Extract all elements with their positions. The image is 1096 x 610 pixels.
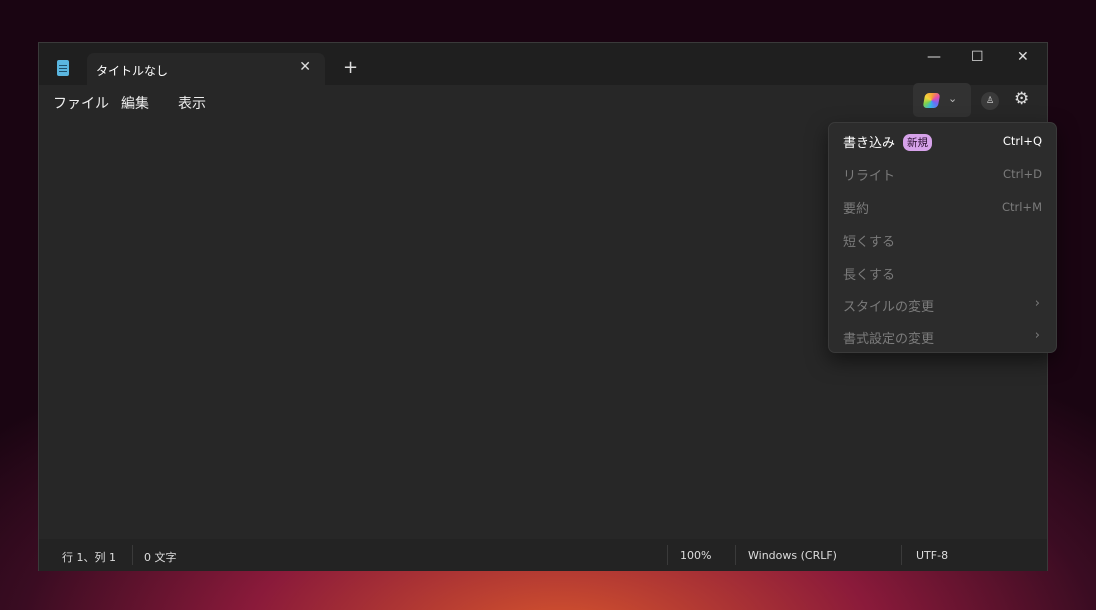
char-count: 0 文字 — [144, 551, 177, 564]
tab-untitled[interactable]: タイトルなし ✕ — [87, 53, 325, 85]
item-label: 要約 — [843, 202, 870, 217]
menu-item-lengthen[interactable]: 長くする — [843, 261, 1042, 285]
item-label: スタイルの変更 — [843, 300, 935, 315]
status-bar: 行 1、列 1 0 文字 100% Windows (CRLF) UTF-8 — [39, 539, 1047, 571]
shortcut: Ctrl+Q — [1002, 134, 1042, 148]
item-label: リライト — [843, 169, 896, 184]
chevron-right-icon: › — [1034, 328, 1040, 343]
tab-title: タイトルなし — [96, 64, 169, 78]
menu-bar: ファイル 編集 表示 — [39, 85, 1047, 118]
copilot-button[interactable]: ⌄ — [913, 83, 971, 117]
menu-item-change-format[interactable]: 書式設定の変更 › — [843, 325, 1042, 349]
close-button[interactable]: ✕ — [1017, 49, 1029, 65]
maximize-button[interactable]: ☐ — [971, 49, 984, 65]
line-ending[interactable]: Windows (CRLF) — [748, 549, 837, 562]
menu-item-change-style[interactable]: スタイルの変更 › — [843, 293, 1042, 317]
chevron-right-icon: › — [1034, 296, 1040, 311]
menu-file[interactable]: ファイル — [53, 93, 109, 113]
menu-item-rewrite[interactable]: リライト Ctrl+D — [843, 162, 1042, 186]
settings-gear-icon[interactable]: ⚙ — [1014, 89, 1029, 109]
item-label: 書式設定の変更 — [843, 332, 935, 347]
menu-item-summarize[interactable]: 要約 Ctrl+M — [843, 195, 1042, 219]
new-tab-button[interactable]: + — [343, 57, 358, 78]
copilot-icon — [922, 93, 941, 108]
tab-close-icon[interactable]: ✕ — [299, 59, 311, 75]
minimize-button[interactable]: — — [927, 49, 941, 65]
notepad-icon — [57, 60, 69, 76]
zoom-level[interactable]: 100% — [680, 549, 711, 562]
shortcut: Ctrl+M — [1001, 200, 1042, 214]
item-label: 短くする — [843, 235, 896, 250]
item-label: 書き込み — [843, 136, 896, 151]
menu-view[interactable]: 表示 — [178, 93, 206, 113]
cursor-position: 行 1、列 1 — [62, 551, 116, 564]
encoding[interactable]: UTF-8 — [916, 549, 948, 562]
new-badge: 新規 — [903, 134, 933, 151]
account-icon[interactable]: ♙ — [981, 92, 999, 110]
copilot-menu: 書き込み 新規 Ctrl+Q リライト Ctrl+D 要約 Ctrl+M 短くする… — [828, 122, 1057, 353]
menu-item-shorten[interactable]: 短くする — [843, 228, 1042, 252]
menu-item-write[interactable]: 書き込み 新規 Ctrl+Q — [843, 129, 1042, 153]
title-bar: タイトルなし ✕ + — ☐ ✕ — [39, 43, 1047, 85]
chevron-down-icon: ⌄ — [948, 92, 958, 105]
shortcut: Ctrl+D — [1003, 167, 1042, 181]
item-label: 長くする — [843, 268, 896, 283]
menu-edit[interactable]: 編集 — [121, 93, 149, 113]
